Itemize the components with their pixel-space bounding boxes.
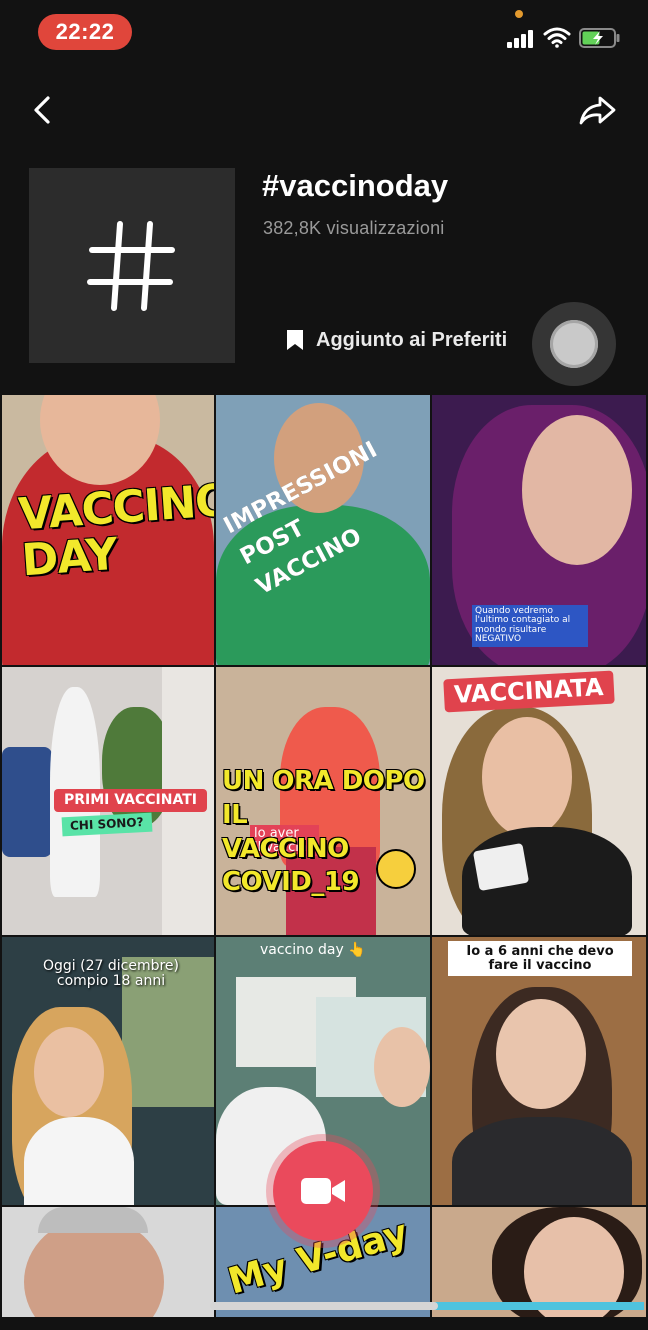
record-button[interactable] <box>266 1134 380 1248</box>
favorite-button[interactable]: Aggiunto ai Preferiti <box>286 325 507 355</box>
video-caption: VACCINATA <box>443 670 615 713</box>
video-caption: PRIMI VACCINATI <box>54 789 207 812</box>
status-bar: 22:22 <box>0 0 648 70</box>
video-progress-bar <box>432 1302 644 1310</box>
video-tile[interactable]: Oggi (27 dicembre) compio 18 anni <box>2 937 214 1205</box>
signal-icon <box>507 30 535 48</box>
hashtag-cover <box>29 168 235 363</box>
video-tile[interactable] <box>2 1207 214 1317</box>
video-caption: Quando vedremo l'ultimo contagiato al mo… <box>472 605 588 647</box>
page-title: #vaccinoday <box>262 168 449 203</box>
video-tile[interactable]: PRIMI VACCINATI CHI SONO? <box>2 667 214 935</box>
privacy-indicator-dot <box>515 10 523 18</box>
chevron-left-icon[interactable] <box>28 92 58 128</box>
bookmark-icon <box>287 330 303 350</box>
assistive-touch-button[interactable] <box>532 302 616 386</box>
video-tile[interactable]: VACCINATA <box>432 667 646 935</box>
hashtag-header: #vaccinoday 382,8K visualizzazioni Aggiu… <box>0 70 648 395</box>
video-subcaption: CHI SONO? <box>61 812 152 836</box>
video-tile[interactable]: lo aver il vaccino UN ORA DOPO IL VACCIN… <box>216 667 430 935</box>
video-tile[interactable]: VACCINO DAY <box>2 395 214 665</box>
video-camera-icon <box>301 1178 345 1204</box>
hashtag-icon <box>87 220 175 311</box>
view-count: 382,8K visualizzazioni <box>263 218 445 238</box>
status-time: 22:22 <box>38 14 132 50</box>
video-tile[interactable]: IMPRESSIONI POST VACCINO <box>216 395 430 665</box>
wifi-icon <box>543 27 571 48</box>
video-tile[interactable]: Quando vedremo l'ultimo contagiato al mo… <box>432 395 646 665</box>
share-arrow-icon[interactable] <box>578 92 618 128</box>
video-tile[interactable]: Io a 6 anni che devo fare il vaccino <box>432 937 646 1205</box>
video-tile[interactable] <box>432 1207 646 1317</box>
home-indicator[interactable] <box>210 1302 438 1310</box>
video-caption: Io a 6 anni che devo fare il vaccino <box>448 941 632 977</box>
video-caption: vaccino day 👆 <box>260 942 366 958</box>
favorite-label: Aggiunto ai Preferiti <box>316 328 508 351</box>
video-caption: Oggi (27 dicembre) compio 18 anni <box>43 958 179 989</box>
video-caption: VACCINO DAY <box>16 474 214 587</box>
battery-charging-icon <box>579 28 620 48</box>
